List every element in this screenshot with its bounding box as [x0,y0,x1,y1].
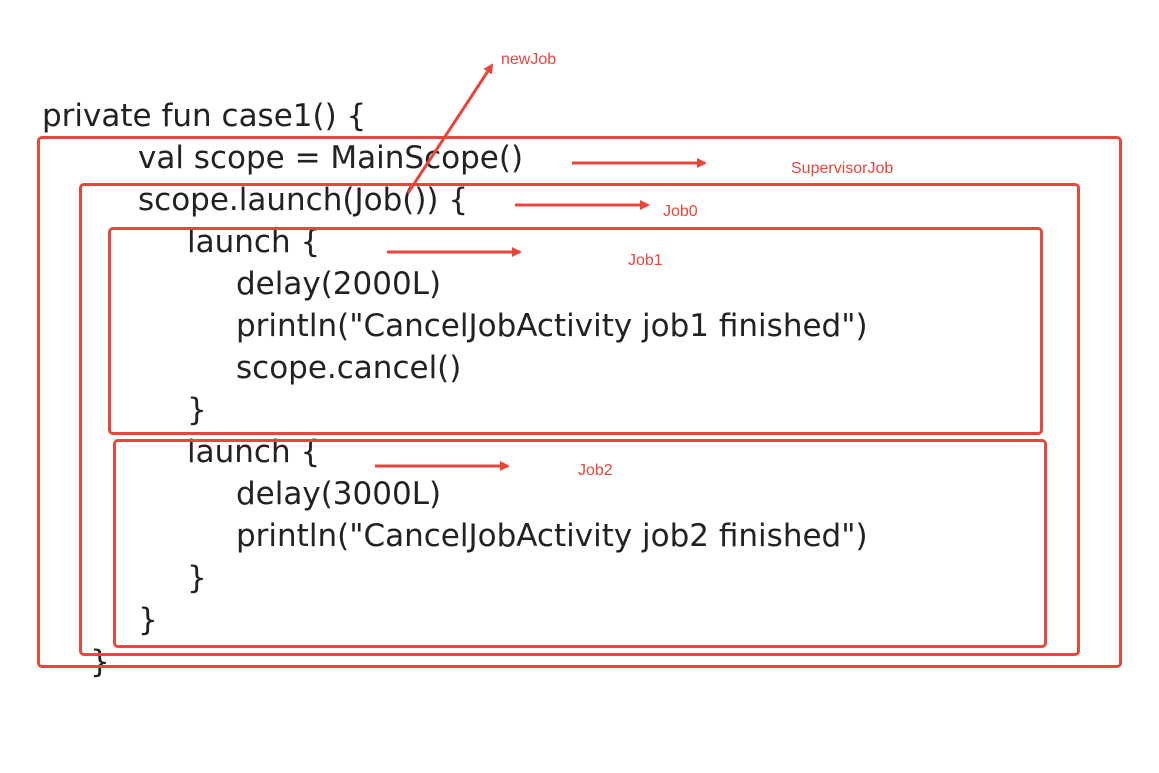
label-new-job: newJob [501,51,557,68]
label-supervisor-job: SupervisorJob [791,160,894,177]
label-job1: Job1 [628,252,663,269]
label-job0: Job0 [663,203,698,220]
label-job2: Job2 [578,462,613,479]
annotation-arrows [375,63,707,471]
new-job-arrow [406,63,494,194]
diagram-canvas: { "code_lines": [ "private fun case1() {… [0,0,1159,773]
